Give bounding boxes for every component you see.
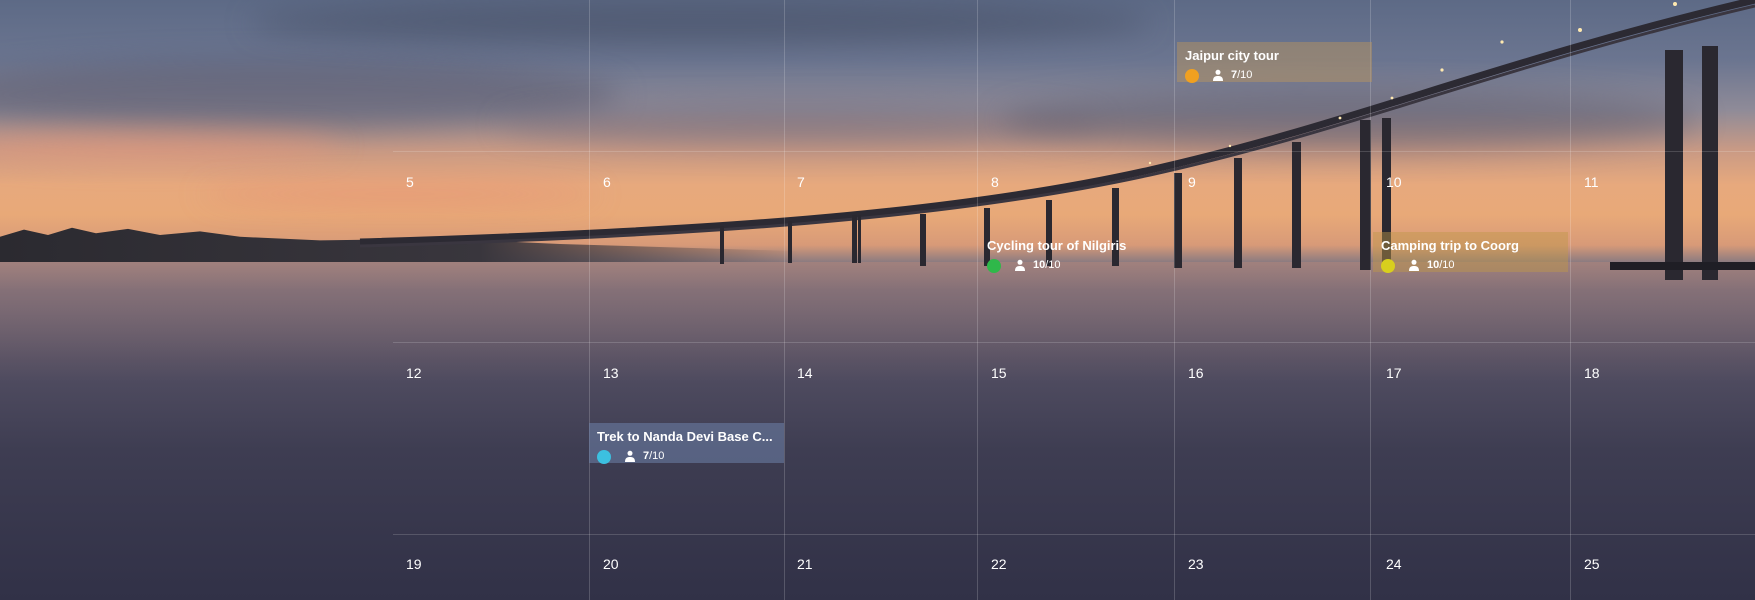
day-number[interactable]: 9 <box>1188 174 1196 190</box>
day-number[interactable]: 15 <box>991 365 1007 381</box>
person-icon <box>1213 69 1223 81</box>
day-number[interactable]: 19 <box>406 556 422 572</box>
participant-count: 7/10 <box>643 450 665 462</box>
day-number[interactable]: 11 <box>1584 174 1599 190</box>
person-icon <box>1409 259 1419 271</box>
grid-line <box>393 151 1755 152</box>
day-number[interactable]: 8 <box>991 174 999 190</box>
grid-line <box>1370 0 1371 600</box>
event-status-dot <box>1381 259 1395 273</box>
event-card[interactable]: Trek to Nanda Devi Base C... 7/10 <box>589 423 784 464</box>
day-number[interactable]: 6 <box>603 174 611 190</box>
event-status-dot <box>597 450 611 464</box>
day-number[interactable]: 17 <box>1386 365 1402 381</box>
event-card[interactable]: Jaipur city tour 7/10 <box>1177 42 1372 83</box>
person-icon <box>1015 259 1025 271</box>
grid-line <box>393 342 1755 343</box>
day-number[interactable]: 21 <box>797 556 813 572</box>
grid-line <box>784 0 785 600</box>
event-title: Cycling tour of Nilgiris <box>987 238 1127 253</box>
day-number[interactable]: 13 <box>603 365 619 381</box>
grid-line <box>589 0 590 600</box>
day-number[interactable]: 7 <box>797 174 805 190</box>
person-icon <box>625 450 635 462</box>
grid-line <box>393 534 1755 535</box>
day-number[interactable]: 20 <box>603 556 619 572</box>
event-title: Trek to Nanda Devi Base C... <box>597 429 773 444</box>
event-status-dot <box>987 259 1001 273</box>
day-number[interactable]: 16 <box>1188 365 1204 381</box>
day-number[interactable]: 22 <box>991 556 1007 572</box>
event-card[interactable]: Cycling tour of Nilgiris 10/10 <box>979 232 1174 273</box>
day-number[interactable]: 23 <box>1188 556 1204 572</box>
participant-count: 7/10 <box>1231 69 1253 81</box>
event-title: Camping trip to Coorg <box>1381 238 1519 253</box>
participant-count: 10/10 <box>1033 259 1061 271</box>
event-status-dot <box>1185 69 1199 83</box>
calendar-grid <box>393 0 1755 600</box>
day-number[interactable]: 18 <box>1584 365 1600 381</box>
day-number[interactable]: 14 <box>797 365 813 381</box>
grid-line <box>1570 0 1571 600</box>
day-number[interactable]: 5 <box>406 174 414 190</box>
grid-line <box>1174 0 1175 600</box>
day-number[interactable]: 24 <box>1386 556 1402 572</box>
grid-line <box>977 0 978 600</box>
day-number[interactable]: 25 <box>1584 556 1600 572</box>
day-number[interactable]: 10 <box>1386 174 1402 190</box>
day-number[interactable]: 12 <box>406 365 422 381</box>
event-title: Jaipur city tour <box>1185 48 1279 63</box>
participant-count: 10/10 <box>1427 259 1455 271</box>
event-card[interactable]: Camping trip to Coorg 10/10 <box>1373 232 1568 273</box>
